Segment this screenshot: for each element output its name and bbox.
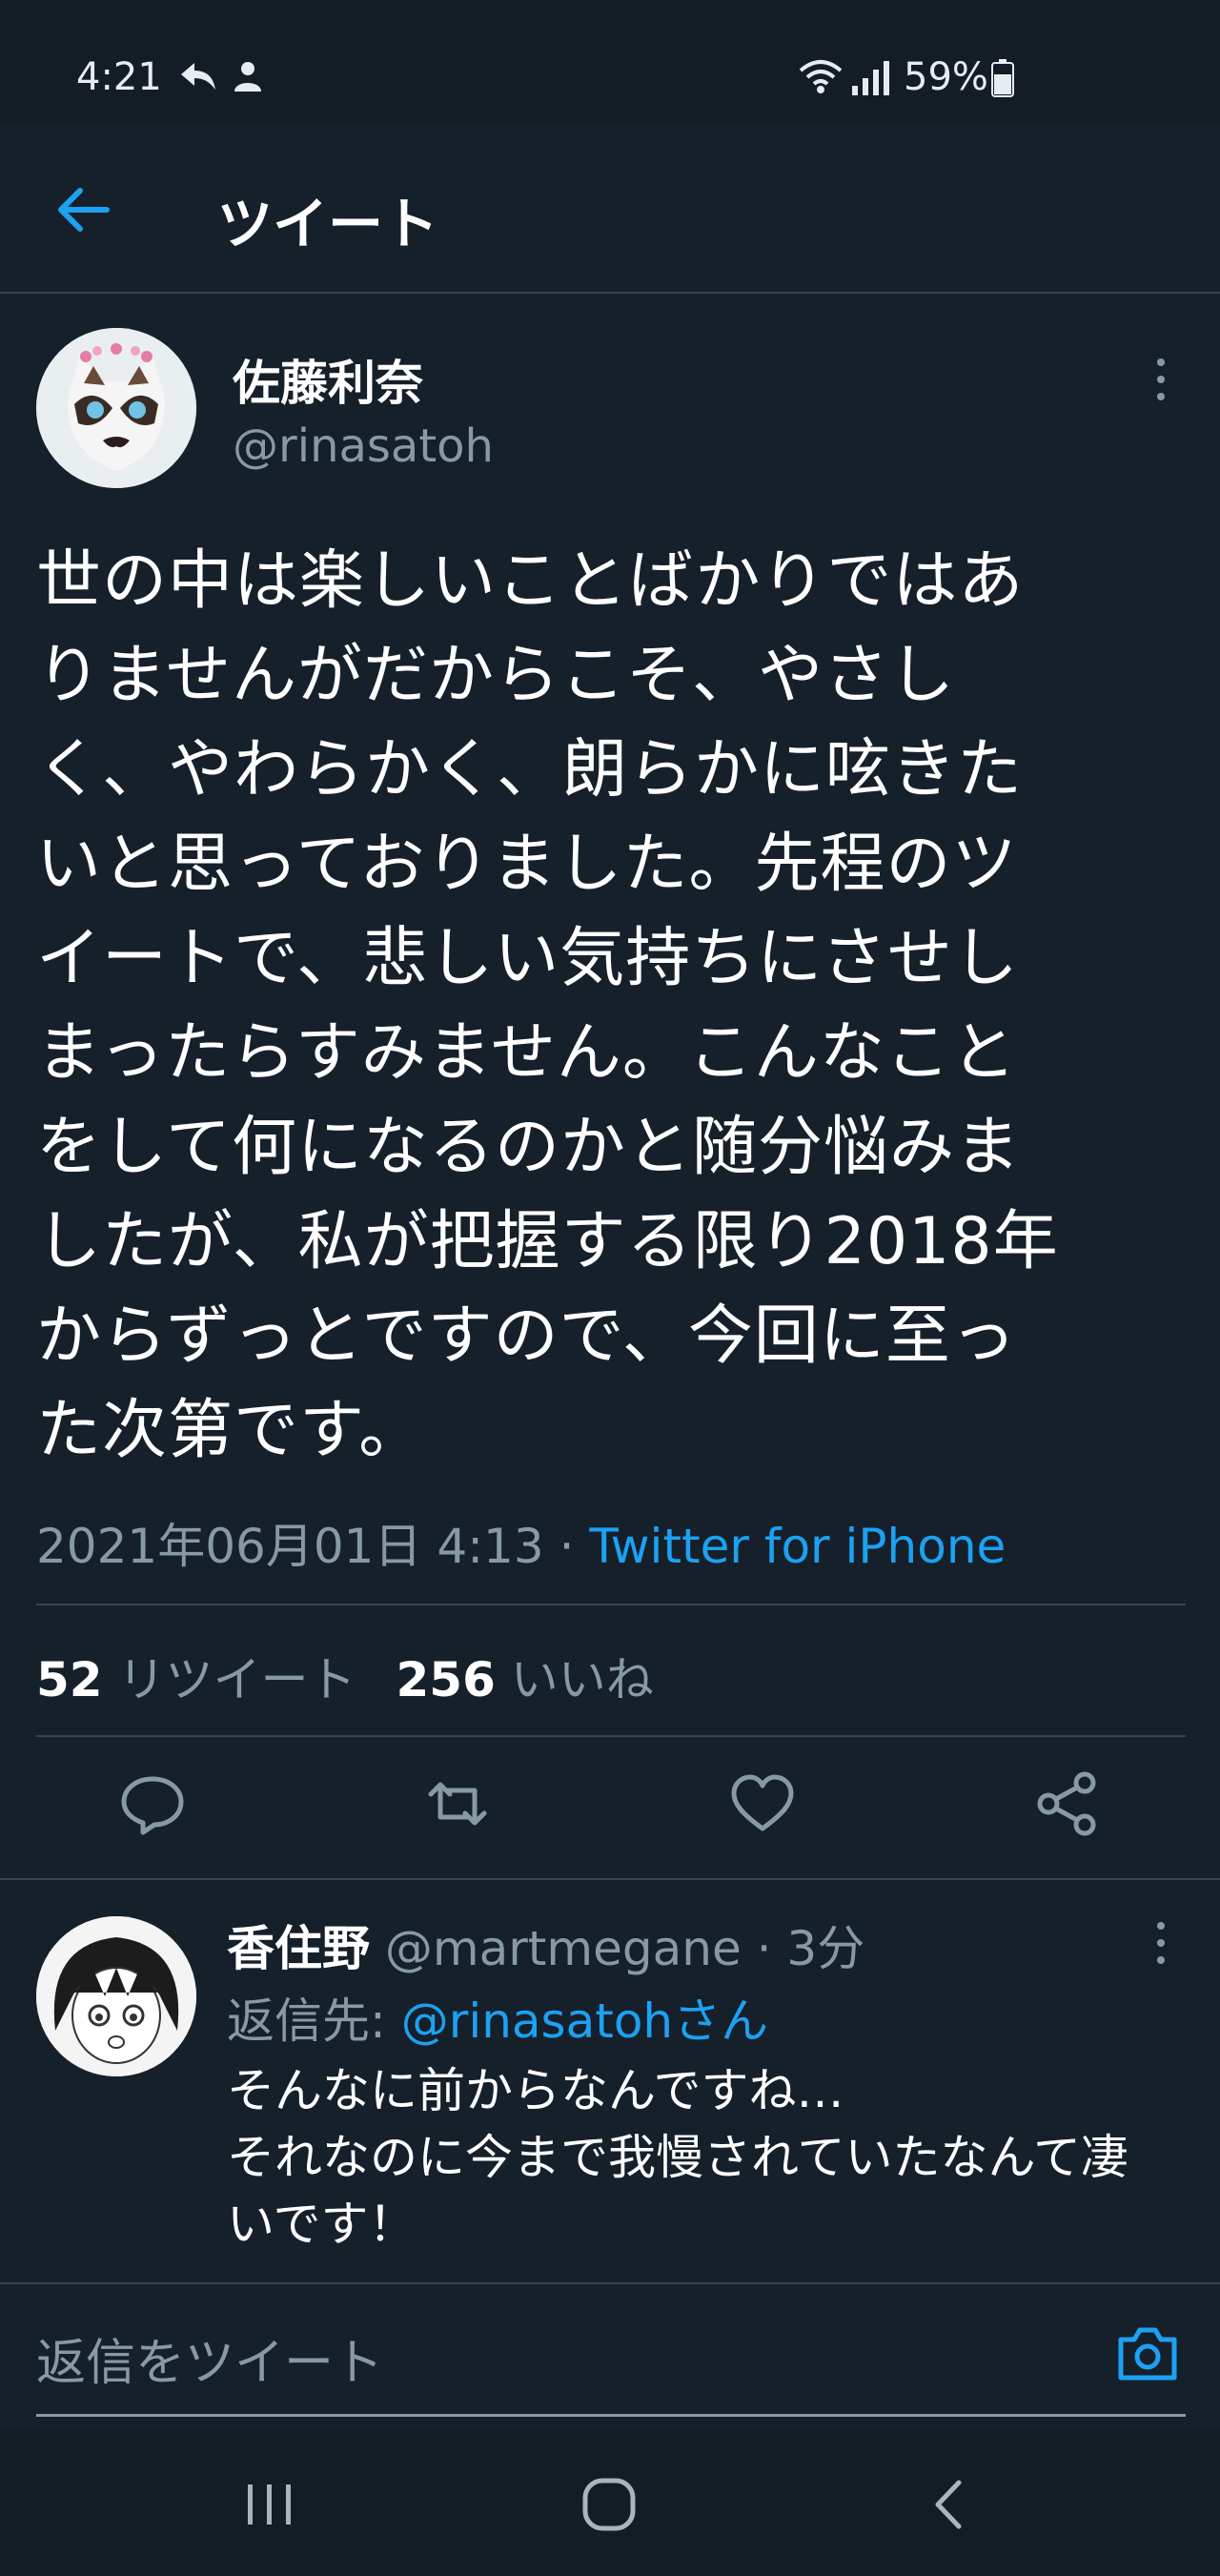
person-icon [234, 62, 261, 92]
arrow-left-icon[interactable] [51, 179, 112, 240]
meta-separator: · [559, 1519, 575, 1574]
like-label: いいね [510, 1652, 654, 1707]
status-notification-icons [179, 59, 265, 93]
reply-to: 返信先: @rinasatohさん [227, 1983, 768, 2052]
divider [36, 1604, 1186, 1605]
camera-icon[interactable] [1113, 2319, 1182, 2387]
retweet-count: 52 [36, 1652, 103, 1707]
retweet-label: リツイート [117, 1652, 356, 1707]
retweet-icon[interactable] [419, 1766, 496, 1842]
reply-input[interactable]: 返信をツイート [36, 2322, 383, 2394]
tweet-text-line: イートで、悲しい気持ちにさせし [36, 921, 1019, 996]
tweet-meta: 2021年06月01日 4:13 · Twitter for iPhone [36, 1508, 1006, 1577]
reply-to-handle[interactable]: @rinasatohさん [401, 1993, 768, 2049]
reply-text-line: それなのに今まで我慢されていたなんて凄 [227, 2130, 1128, 2185]
status-bar: 4:21 59% [0, 0, 1220, 126]
share-icon[interactable] [1029, 1766, 1106, 1842]
reply-text-line: いです！ [227, 2197, 417, 2252]
reply-text: そんなに前からなんですね… それなのに今まで我慢されていたなんて凄 いです！ [227, 2057, 1190, 2258]
tweet-text-line: た次第です。 [36, 1393, 425, 1468]
tweet-source-link[interactable]: Twitter for iPhone [589, 1519, 1006, 1574]
divider [36, 1735, 1186, 1737]
tweet-text-line: く、やわらかく、朗らかに呟きた [36, 732, 1024, 808]
tweet-text: 世の中は楽しいことばかりではあ りませんがだからこそ、やさし く、やわらかく、朗… [36, 534, 1190, 1478]
back-icon[interactable] [917, 2471, 984, 2538]
reply-time: · 3分 [756, 1921, 865, 1976]
tweet-text-line: 世の中は楽しいことばかりではあ [36, 543, 1025, 619]
status-time: 4:21 [76, 55, 162, 99]
battery-icon [991, 59, 1014, 97]
tweet-text-line: をして何になるのかと随分悩みま [36, 1110, 1021, 1185]
reply-text-line: そんなに前からなんですね… [227, 2063, 844, 2118]
cat-avatar-icon [36, 328, 196, 488]
tweet-stats: 52 リツイート 256 いいね [36, 1642, 654, 1710]
recent-apps-icon[interactable] [236, 2471, 303, 2538]
tweet-text-line: りませんがだからこそ、やさし [36, 638, 955, 713]
page-title: ツイート [217, 192, 439, 256]
reply-author-handle[interactable]: @martmegane [385, 1921, 742, 1976]
tweet-timestamp: 2021年06月01日 4:13 [36, 1519, 544, 1574]
tweet-text-line: したが、私が把握する限り2018年 [36, 1204, 1059, 1279]
reply-header: 香住野 @martmegane · 3分 [227, 1911, 864, 1979]
section-divider [0, 1878, 1220, 1880]
anime-avatar-icon [36, 1916, 196, 2076]
reply-arrow-icon [181, 63, 215, 90]
tweet-text-line: いと思っておりました。先程のツ [36, 827, 1018, 902]
author-name[interactable]: 佐藤利奈 [233, 345, 423, 414]
system-nav-bar [0, 2427, 1220, 2576]
retweet-count-link[interactable]: 52 リツイート [36, 1642, 356, 1710]
tweet-actions [0, 1766, 1220, 1851]
wifi-icon [799, 60, 843, 93]
reply-author-name[interactable]: 香住野 [227, 1921, 370, 1976]
reply-icon[interactable] [114, 1766, 191, 1842]
more-options-icon[interactable] [1144, 351, 1178, 408]
header: ツイート [0, 126, 1220, 294]
like-count: 256 [396, 1652, 496, 1707]
tweet-text-line: まったらすみません。こんなこと [36, 1015, 1017, 1091]
home-icon[interactable] [576, 2471, 642, 2538]
like-icon[interactable] [724, 1766, 801, 1842]
input-underline [36, 2414, 1186, 2417]
reply-composer: 返信をツイート [0, 2282, 1220, 2427]
more-options-icon[interactable] [1144, 1914, 1178, 1972]
signal-icon [852, 61, 889, 95]
like-count-link[interactable]: 256 いいね [396, 1642, 654, 1710]
reply-to-label: 返信先: [227, 1993, 386, 2049]
avatar[interactable] [36, 328, 196, 488]
tweet-text-line: からずっとですので、今回に至っ [36, 1298, 1017, 1374]
reply-avatar[interactable] [36, 1916, 196, 2076]
author-handle[interactable]: @rinasatoh [233, 419, 494, 473]
battery-percent: 59% [904, 55, 988, 99]
